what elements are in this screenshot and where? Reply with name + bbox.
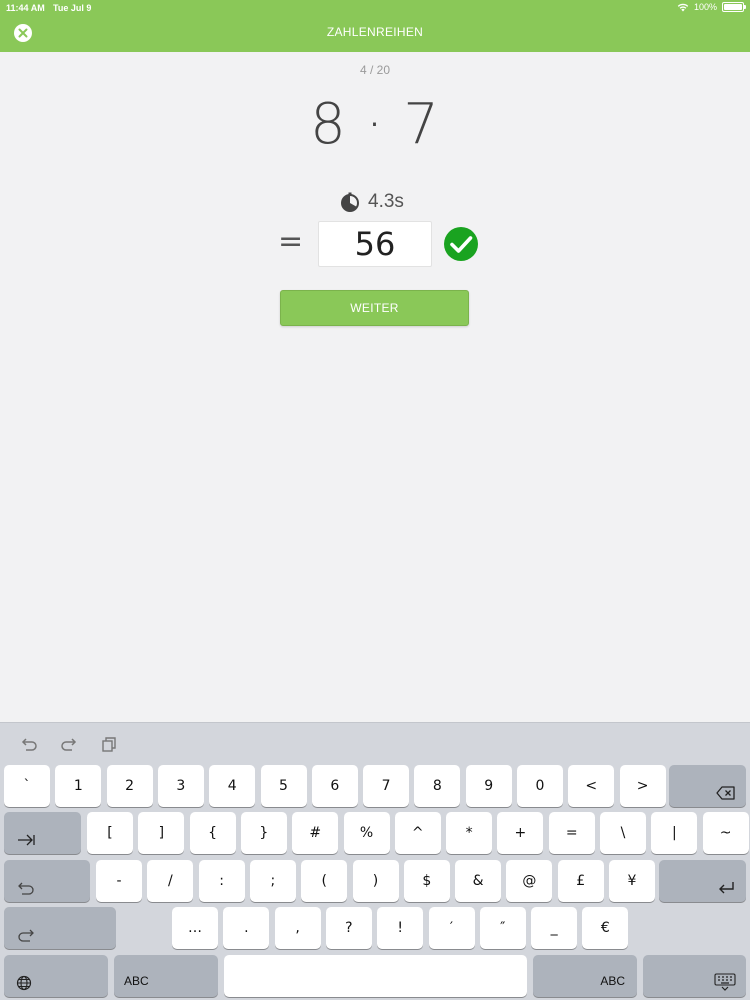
key-row2-2[interactable]: {: [189, 812, 236, 854]
key-row4-0[interactable]: …: [172, 907, 218, 949]
globe-key[interactable]: [4, 955, 108, 997]
page-title: ZAHLENREIHEN: [326, 25, 424, 39]
key-row3-0[interactable]: -: [96, 860, 142, 902]
undo-arrow-icon: [18, 882, 34, 895]
next-button[interactable]: WEITER: [280, 290, 469, 326]
key-row4-5[interactable]: ′: [428, 907, 475, 949]
key-row1-11[interactable]: <: [568, 765, 615, 807]
key-row1-3[interactable]: 3: [157, 765, 204, 807]
abc-key-left[interactable]: ABC: [114, 955, 218, 997]
redo-arrow-icon: [18, 929, 34, 942]
key-row2-6[interactable]: ^: [394, 812, 441, 854]
undo-key[interactable]: [4, 860, 90, 902]
key-row2-5[interactable]: %: [343, 812, 390, 854]
key-row3-4[interactable]: (: [301, 860, 348, 902]
return-icon: [719, 882, 734, 894]
key-row2-1[interactable]: ]: [138, 812, 185, 854]
battery-percent: 100%: [693, 2, 717, 12]
key-row3-3[interactable]: ;: [249, 860, 296, 902]
keyboard-dismiss-icon: [714, 973, 736, 991]
key-row3-5[interactable]: ): [352, 860, 399, 902]
abc-key-right[interactable]: ABC: [533, 955, 637, 997]
on-screen-keyboard: ` 1 2 3 4 5 6 7 8 9 0 < > []{} #% ^ * + = \ | ~ - /:;() $ & @ £ ¥ ….,…: [0, 722, 750, 1000]
redo-icon[interactable]: [60, 735, 78, 753]
key-row1-2[interactable]: 2: [106, 765, 153, 807]
status-time: 11:44 AM: [6, 3, 45, 13]
key-row1-12[interactable]: >: [619, 765, 666, 807]
key-row2-8[interactable]: +: [497, 812, 544, 854]
tab-icon: [18, 834, 35, 846]
key-row3-9[interactable]: £: [557, 860, 604, 902]
key-row1-6[interactable]: 6: [311, 765, 358, 807]
keyboard-toolbar: [20, 735, 118, 753]
key-row2-10[interactable]: \: [600, 812, 646, 854]
answer-input[interactable]: 56: [318, 221, 432, 267]
key-row4-8[interactable]: €: [582, 907, 629, 949]
key-row4-7[interactable]: _: [531, 907, 578, 949]
delete-icon: [716, 786, 735, 800]
key-row2-0[interactable]: [: [87, 812, 133, 854]
key-row1-7[interactable]: 7: [363, 765, 410, 807]
key-row1-4[interactable]: 4: [209, 765, 256, 807]
key-row4-6[interactable]: ″: [479, 907, 526, 949]
key-row3-8[interactable]: @: [506, 860, 553, 902]
key-row4-2[interactable]: ,: [274, 907, 321, 949]
key-row1-0[interactable]: `: [4, 765, 50, 807]
key-row4-1[interactable]: .: [223, 907, 270, 949]
question-progress: 4 / 20: [359, 63, 391, 77]
globe-icon: [16, 975, 32, 991]
key-row3-6[interactable]: $: [403, 860, 450, 902]
return-key[interactable]: [659, 860, 746, 902]
check-circle-icon: [444, 227, 478, 261]
key-row3-2[interactable]: :: [198, 860, 245, 902]
key-row3-1[interactable]: /: [147, 860, 194, 902]
key-row1-8[interactable]: 8: [414, 765, 461, 807]
status-bar: 11:44 AM Tue Jul 9 100%: [0, 0, 750, 16]
key-row3-7[interactable]: &: [455, 860, 502, 902]
key-row3-10[interactable]: ¥: [609, 860, 655, 902]
key-row2-12[interactable]: ~: [702, 812, 749, 854]
key-row4-3[interactable]: ?: [325, 907, 372, 949]
key-row1-10[interactable]: 0: [517, 765, 563, 807]
timer-value: 4.3s: [368, 191, 404, 212]
undo-icon[interactable]: [20, 735, 38, 753]
battery-icon: [722, 2, 746, 12]
hide-keyboard-key[interactable]: [643, 955, 746, 997]
key-row1-1[interactable]: 1: [55, 765, 102, 807]
key-row2-4[interactable]: #: [292, 812, 339, 854]
delete-key[interactable]: [669, 765, 746, 807]
paste-icon[interactable]: [100, 735, 118, 753]
wifi-icon: [677, 3, 689, 12]
math-task: 8 · 7: [310, 92, 440, 157]
redo-key[interactable]: [4, 907, 116, 949]
status-date: Tue Jul 9: [53, 3, 92, 13]
key-row2-7[interactable]: *: [446, 812, 493, 854]
key-row2-9[interactable]: =: [548, 812, 595, 854]
stopwatch-icon: [341, 192, 359, 212]
key-row2-11[interactable]: |: [651, 812, 698, 854]
key-row2-3[interactable]: }: [240, 812, 287, 854]
tab-key[interactable]: [4, 812, 81, 854]
equals-sign: =: [278, 224, 304, 259]
key-row4-4[interactable]: !: [377, 907, 424, 949]
timer: 4.3s: [340, 190, 404, 214]
battery-fill: [724, 4, 742, 10]
key-row1-9[interactable]: 9: [465, 765, 512, 807]
navigation-bar: 11:44 AM Tue Jul 9 100% ZAHLENREIHEN: [0, 0, 750, 52]
status-right: 100%: [677, 2, 746, 12]
key-row1-5[interactable]: 5: [260, 765, 307, 807]
space-key[interactable]: [224, 955, 527, 997]
